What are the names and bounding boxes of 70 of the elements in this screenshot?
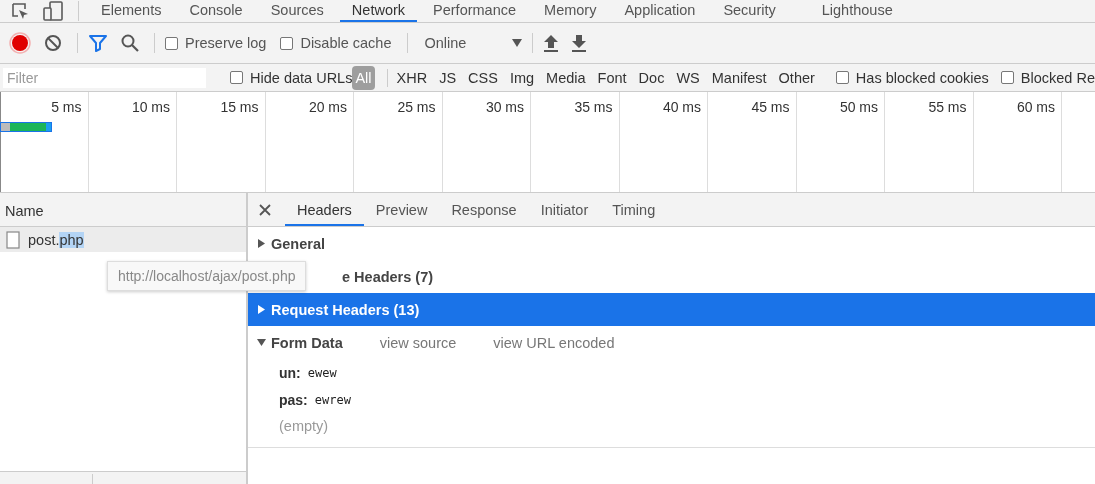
- disable-cache-checkbox[interactable]: Disable cache: [280, 35, 392, 51]
- time-label: 45 ms: [751, 99, 790, 115]
- caret-icon[interactable]: [512, 39, 523, 47]
- detail-tab[interactable]: Initiator: [528, 193, 601, 226]
- panel-tab[interactable]: Console: [177, 0, 255, 22]
- upload-icon[interactable]: [543, 34, 560, 52]
- filter-icon[interactable]: [88, 33, 108, 53]
- time-label: 15 ms: [220, 99, 259, 115]
- type-filter[interactable]: WS: [673, 67, 703, 88]
- type-filter[interactable]: JS: [436, 67, 460, 88]
- time-label: 60 ms: [1016, 99, 1055, 115]
- empty-note: (empty): [278, 417, 330, 436]
- time-label: 25 ms: [397, 99, 436, 115]
- panel-tab[interactable]: Lighthouse: [809, 0, 905, 22]
- detail-tab[interactable]: Response: [439, 193, 529, 226]
- blocked-cookies-checkbox[interactable]: Has blocked cookies: [835, 69, 989, 86]
- expanded-triangle-icon[interactable]: [257, 338, 266, 347]
- detail-tab[interactable]: Headers: [285, 193, 364, 226]
- type-filter[interactable]: Other: [775, 67, 818, 88]
- type-filter[interactable]: Font: [594, 67, 630, 88]
- panel-tab[interactable]: Sources: [258, 0, 336, 22]
- time-label: 20 ms: [308, 99, 347, 115]
- time-label: 10 ms: [131, 99, 170, 115]
- field-key: pas:: [279, 391, 308, 408]
- url-tooltip: http://localhost/ajax/post.php: [107, 261, 307, 291]
- time-label: 40 ms: [662, 99, 701, 115]
- section-header[interactable]: Form Data view source view URL encoded: [248, 326, 1095, 359]
- preserve-log-checkbox[interactable]: Preserve log: [165, 35, 267, 51]
- collapsed-triangle-icon[interactable]: [257, 305, 266, 314]
- view-link[interactable]: view URL encoded: [493, 334, 615, 351]
- device-icon[interactable]: [42, 1, 64, 21]
- blocked-requests-checkbox[interactable]: Blocked Re: [1000, 69, 1095, 86]
- waterfall-bar: [0, 122, 52, 132]
- download-icon[interactable]: [571, 34, 588, 52]
- column-header: Name: [0, 193, 246, 227]
- search-icon[interactable]: [120, 33, 140, 53]
- panel-tab[interactable]: Memory: [532, 0, 609, 22]
- detail-tab[interactable]: Preview: [363, 193, 440, 226]
- request-row[interactable]: post.php: [0, 227, 246, 252]
- time-label: 5 ms: [51, 99, 82, 115]
- time-label: 35 ms: [574, 99, 613, 115]
- hide-data-urls-checkbox[interactable]: Hide data URLs: [230, 69, 353, 86]
- time-label: 55 ms: [928, 99, 967, 115]
- type-filter[interactable]: XHR: [393, 67, 431, 88]
- section-header[interactable]: Request Headers (13): [248, 293, 1095, 326]
- time-label: 30 ms: [485, 99, 524, 115]
- detail-tab[interactable]: Timing: [600, 193, 668, 226]
- filter-field[interactable]: Filter: [3, 67, 207, 88]
- panel-tab[interactable]: Performance: [421, 0, 529, 22]
- field-value: ewrew: [314, 392, 351, 407]
- inspect-icon[interactable]: [10, 1, 30, 21]
- section-header[interactable]: General: [248, 227, 1095, 260]
- throttling-dropdown[interactable]: Online: [424, 35, 529, 51]
- close-icon[interactable]: [259, 203, 271, 216]
- type-filter[interactable]: Manifest: [708, 67, 770, 88]
- type-filter[interactable]: Img: [506, 67, 538, 88]
- type-filter[interactable]: Media: [543, 67, 589, 88]
- panel-tab[interactable]: Application: [612, 0, 708, 22]
- panel-tab[interactable]: Security: [711, 0, 788, 22]
- time-label: 50 ms: [839, 99, 878, 115]
- collapsed-triangle-icon[interactable]: [257, 239, 266, 248]
- record-button[interactable]: [9, 32, 31, 54]
- type-filter[interactable]: CSS: [465, 67, 501, 88]
- panel-tab[interactable]: Elements: [89, 0, 174, 22]
- type-filter[interactable]: Doc: [635, 67, 668, 88]
- request-name: post.php: [28, 231, 84, 248]
- field-value: ewew: [307, 365, 337, 380]
- field-key: un:: [279, 364, 301, 381]
- clear-icon[interactable]: [43, 33, 63, 53]
- view-link[interactable]: view source: [379, 334, 457, 351]
